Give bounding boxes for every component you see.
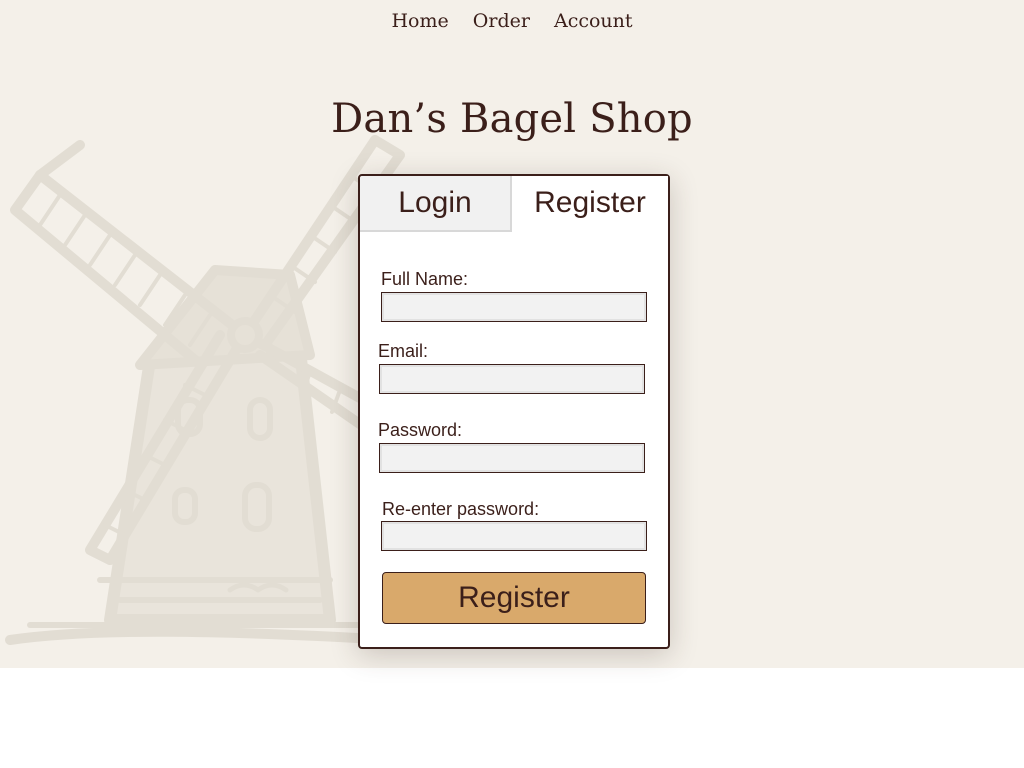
auth-card: Login Register Full Name: Email: Passwor… xyxy=(358,174,670,649)
full-name-input[interactable] xyxy=(381,292,647,322)
top-nav: Home Order Account xyxy=(0,10,1024,32)
email-label: Email: xyxy=(378,341,429,361)
nav-home-link[interactable]: Home xyxy=(391,10,448,32)
password-input[interactable] xyxy=(379,443,645,473)
auth-tabs: Login Register xyxy=(360,176,668,232)
page: Home Order Account Dan’s Bagel Shop Logi… xyxy=(0,0,1024,768)
password-label: Password: xyxy=(378,420,463,440)
nav-order-link[interactable]: Order xyxy=(473,10,530,32)
reenter-password-input[interactable] xyxy=(381,521,647,551)
page-title: Dan’s Bagel Shop xyxy=(331,96,693,142)
tab-register[interactable]: Register xyxy=(512,176,668,230)
full-name-label: Full Name: xyxy=(381,269,469,289)
tab-login[interactable]: Login xyxy=(360,176,512,232)
windmill-icon xyxy=(5,135,405,645)
email-input[interactable] xyxy=(379,364,645,394)
register-button[interactable]: Register xyxy=(382,572,646,624)
nav-account-link[interactable]: Account xyxy=(554,10,633,32)
reenter-password-label: Re-enter password: xyxy=(382,499,540,519)
